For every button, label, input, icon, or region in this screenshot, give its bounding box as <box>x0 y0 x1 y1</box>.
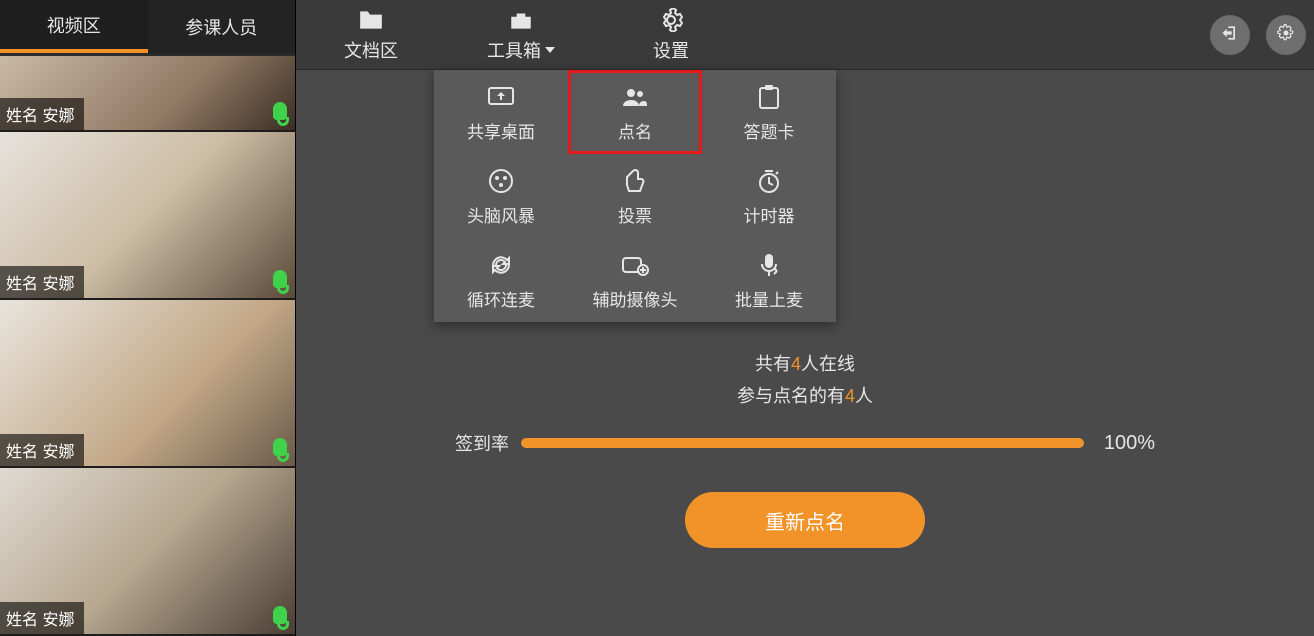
toolbar-tools[interactable]: 工具箱 <box>446 0 596 69</box>
progress-fill <box>521 438 1084 448</box>
tab-video-area[interactable]: 视频区 <box>0 0 148 53</box>
tool-label: 辅助摄像头 <box>593 286 678 311</box>
online-count: 4 <box>791 354 801 374</box>
batch-mic-icon <box>758 250 780 280</box>
responded-count-line: 参与点名的有4人 <box>737 382 873 408</box>
participant-name: 姓名 安娜 <box>0 434 84 466</box>
tool-rotate-mic[interactable]: 循环连麦 <box>434 238 568 322</box>
tool-label: 答题卡 <box>744 118 795 143</box>
toolbar-label: 工具箱 <box>487 37 541 63</box>
left-tab-bar: 视频区 参课人员 <box>0 0 295 56</box>
tool-label: 点名 <box>618 118 652 143</box>
tool-label: 头脑风暴 <box>467 202 535 227</box>
gear-icon <box>1276 23 1296 48</box>
mic-on-icon <box>273 438 287 456</box>
online-count-line: 共有4人在线 <box>755 350 855 376</box>
participant-name: 姓名 安娜 <box>0 266 84 298</box>
tool-label: 循环连麦 <box>467 286 535 311</box>
tool-label: 投票 <box>618 202 652 227</box>
tools-dropdown: 共享桌面 点名 答题卡 头脑风暴 <box>434 70 836 322</box>
mic-on-icon <box>273 102 287 120</box>
tool-roll-call[interactable]: 点名 <box>568 70 702 154</box>
brainstorm-icon <box>488 166 514 196</box>
video-tile[interactable]: 姓名 安娜 <box>0 468 295 636</box>
toolbar-settings[interactable]: 设置 <box>596 0 746 69</box>
answer-card-icon <box>757 82 781 112</box>
main-area: 文档区 工具箱 设置 <box>296 0 1314 636</box>
progress-percent: 100% <box>1104 432 1155 455</box>
toolbox-icon <box>508 7 534 33</box>
retry-rollcall-button[interactable]: 重新点名 <box>685 492 925 548</box>
toolbar-doc-area[interactable]: 文档区 <box>296 0 446 69</box>
attendance-progress-bar <box>521 438 1084 448</box>
exit-button[interactable] <box>1210 15 1250 55</box>
roll-call-icon <box>621 82 649 112</box>
timer-icon <box>756 166 782 196</box>
top-toolbar: 文档区 工具箱 设置 <box>296 0 1314 70</box>
tool-answer-card[interactable]: 答题卡 <box>702 70 836 154</box>
tab-label: 视频区 <box>47 12 101 38</box>
video-tile[interactable]: 姓名 安娜 <box>0 132 295 300</box>
participant-name: 姓名 安娜 <box>0 602 84 634</box>
tool-aux-camera[interactable]: 辅助摄像头 <box>568 238 702 322</box>
mic-on-icon <box>273 270 287 288</box>
gear-icon <box>659 7 683 33</box>
tool-share-screen[interactable]: 共享桌面 <box>434 70 568 154</box>
app-root: 视频区 参课人员 姓名 安娜 姓名 安娜 姓名 安娜 <box>0 0 1314 636</box>
aux-camera-icon <box>621 250 649 280</box>
tool-timer[interactable]: 计时器 <box>702 154 836 238</box>
video-list: 姓名 安娜 姓名 安娜 姓名 安娜 姓名 安娜 <box>0 56 295 636</box>
tool-label: 批量上麦 <box>735 286 803 311</box>
tool-vote[interactable]: 投票 <box>568 154 702 238</box>
share-screen-icon <box>487 82 515 112</box>
attendance-progress-row: 签到率 100% <box>455 430 1155 456</box>
tab-attendees[interactable]: 参课人员 <box>148 0 296 53</box>
video-tile[interactable]: 姓名 安娜 <box>0 300 295 468</box>
video-panel: 视频区 参课人员 姓名 安娜 姓名 安娜 姓名 安娜 <box>0 0 296 636</box>
tool-label: 计时器 <box>744 202 795 227</box>
rotate-mic-icon <box>488 250 514 280</box>
tool-batch-mic[interactable]: 批量上麦 <box>702 238 836 322</box>
exit-icon <box>1220 23 1240 48</box>
progress-label: 签到率 <box>455 430 509 456</box>
tool-brainstorm[interactable]: 头脑风暴 <box>434 154 568 238</box>
chevron-down-icon <box>545 47 555 53</box>
tool-label: 共享桌面 <box>467 118 535 143</box>
mic-on-icon <box>273 606 287 624</box>
responded-count: 4 <box>845 386 855 406</box>
tab-label: 参课人员 <box>185 14 257 40</box>
toolbar-label: 文档区 <box>344 37 398 63</box>
settings-round-button[interactable] <box>1266 15 1306 55</box>
vote-icon <box>624 166 646 196</box>
video-tile[interactable]: 姓名 安娜 <box>0 56 295 132</box>
toolbar-label: 设置 <box>653 37 689 63</box>
participant-name: 姓名 安娜 <box>0 98 84 130</box>
button-label: 重新点名 <box>765 506 845 535</box>
folder-icon <box>358 7 384 33</box>
